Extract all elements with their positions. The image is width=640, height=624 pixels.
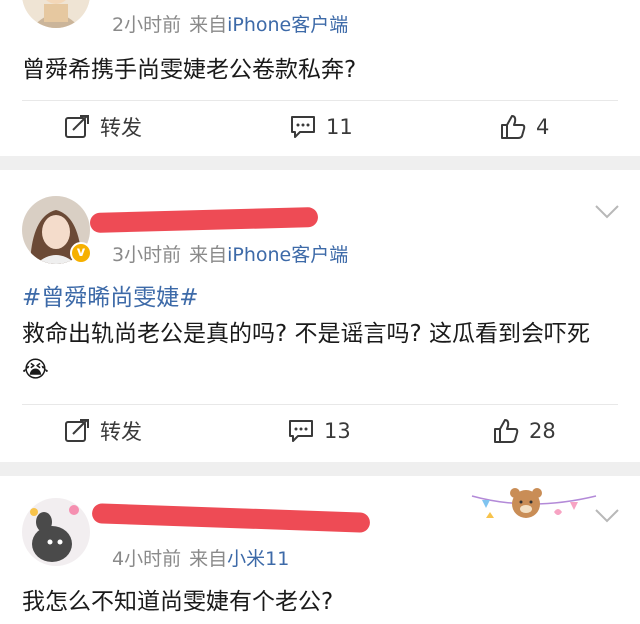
post-text-content: 我怎么不知道尚雯婕有个老公? (22, 589, 334, 615)
comment-count: 13 (324, 419, 351, 443)
source-device[interactable]: iPhone客户端 (227, 244, 348, 266)
redacted-username (89, 207, 319, 233)
post-separator (0, 462, 640, 476)
repost-icon (65, 419, 89, 442)
source-prefix: 来自 (189, 244, 228, 266)
divider (22, 404, 618, 405)
post-meta: 3小时前 来自iPhone客户端 (112, 240, 348, 267)
repost-label: 转发 (100, 420, 142, 444)
source-device[interactable]: iPhone客户端 (227, 14, 348, 36)
action-bar: 转发 11 4 (0, 107, 640, 147)
divider (22, 100, 618, 101)
post-text: 曾舜希携手尚雯婕老公卷款私奔? (22, 52, 618, 88)
avatar[interactable] (22, 0, 90, 28)
post-text: #曾舜晞尚雯婕# 救命出轨尚老公是真的吗? 不是谣言吗? 这瓜看到会吓死 😭 (22, 280, 618, 388)
source-prefix: 来自 (189, 14, 228, 36)
avatar-image (22, 498, 90, 566)
post-meta: 2小时前 来自iPhone客户端 (112, 10, 348, 37)
post-time: 2小时前 (112, 14, 182, 36)
source-device[interactable]: 小米11 (227, 548, 289, 570)
repost-icon (65, 115, 89, 138)
decoration-bear-icon (471, 488, 597, 518)
comment-button[interactable]: 13 (288, 411, 351, 451)
post-card-3: 4小时前 来自小米11 我怎么不知道尚雯婕有个老公? (0, 476, 640, 624)
comment-icon (289, 420, 313, 442)
repost-button[interactable]: 转发 (64, 411, 142, 451)
comment-button[interactable]: 11 (290, 107, 353, 147)
action-bar: 转发 13 28 (0, 411, 640, 451)
post-card-1: 2小时前 来自iPhone客户端 曾舜希携手尚雯婕老公卷款私奔? 转发 11 4 (0, 0, 640, 156)
repost-label: 转发 (100, 116, 142, 140)
chevron-down-icon[interactable] (594, 508, 620, 524)
comment-icon (291, 116, 315, 138)
like-count: 28 (529, 419, 556, 443)
post-text-content: 救命出轨尚老公是真的吗? 不是谣言吗? 这瓜看到会吓死 (22, 321, 591, 347)
like-count: 4 (536, 115, 550, 139)
like-icon (501, 115, 526, 139)
avatar-image (22, 0, 90, 28)
post-time: 4小时前 (112, 548, 182, 570)
post-text-content: 曾舜希携手尚雯婕老公卷款私奔? (22, 57, 357, 83)
verified-badge-icon: v (70, 242, 92, 264)
post-card-2: v 3小时前 来自iPhone客户端 #曾舜晞尚雯婕# 救命出轨尚老公是真的吗? … (0, 170, 640, 462)
repost-button[interactable]: 转发 (64, 107, 142, 147)
post-meta: 4小时前 来自小米11 (112, 544, 289, 571)
redacted-username (91, 503, 371, 533)
crying-emoji: 😭 (22, 357, 49, 383)
hashtag-link[interactable]: #曾舜晞尚雯婕# (22, 280, 618, 316)
chevron-down-icon[interactable] (594, 204, 620, 220)
post-text: 我怎么不知道尚雯婕有个老公? (22, 584, 618, 620)
avatar[interactable] (22, 498, 90, 566)
post-separator (0, 156, 640, 170)
source-prefix: 来自 (189, 548, 228, 570)
post-time: 3小时前 (112, 244, 182, 266)
like-button[interactable]: 28 (493, 411, 556, 451)
like-icon (494, 419, 519, 443)
comment-count: 11 (326, 115, 353, 139)
like-button[interactable]: 4 (500, 107, 549, 147)
